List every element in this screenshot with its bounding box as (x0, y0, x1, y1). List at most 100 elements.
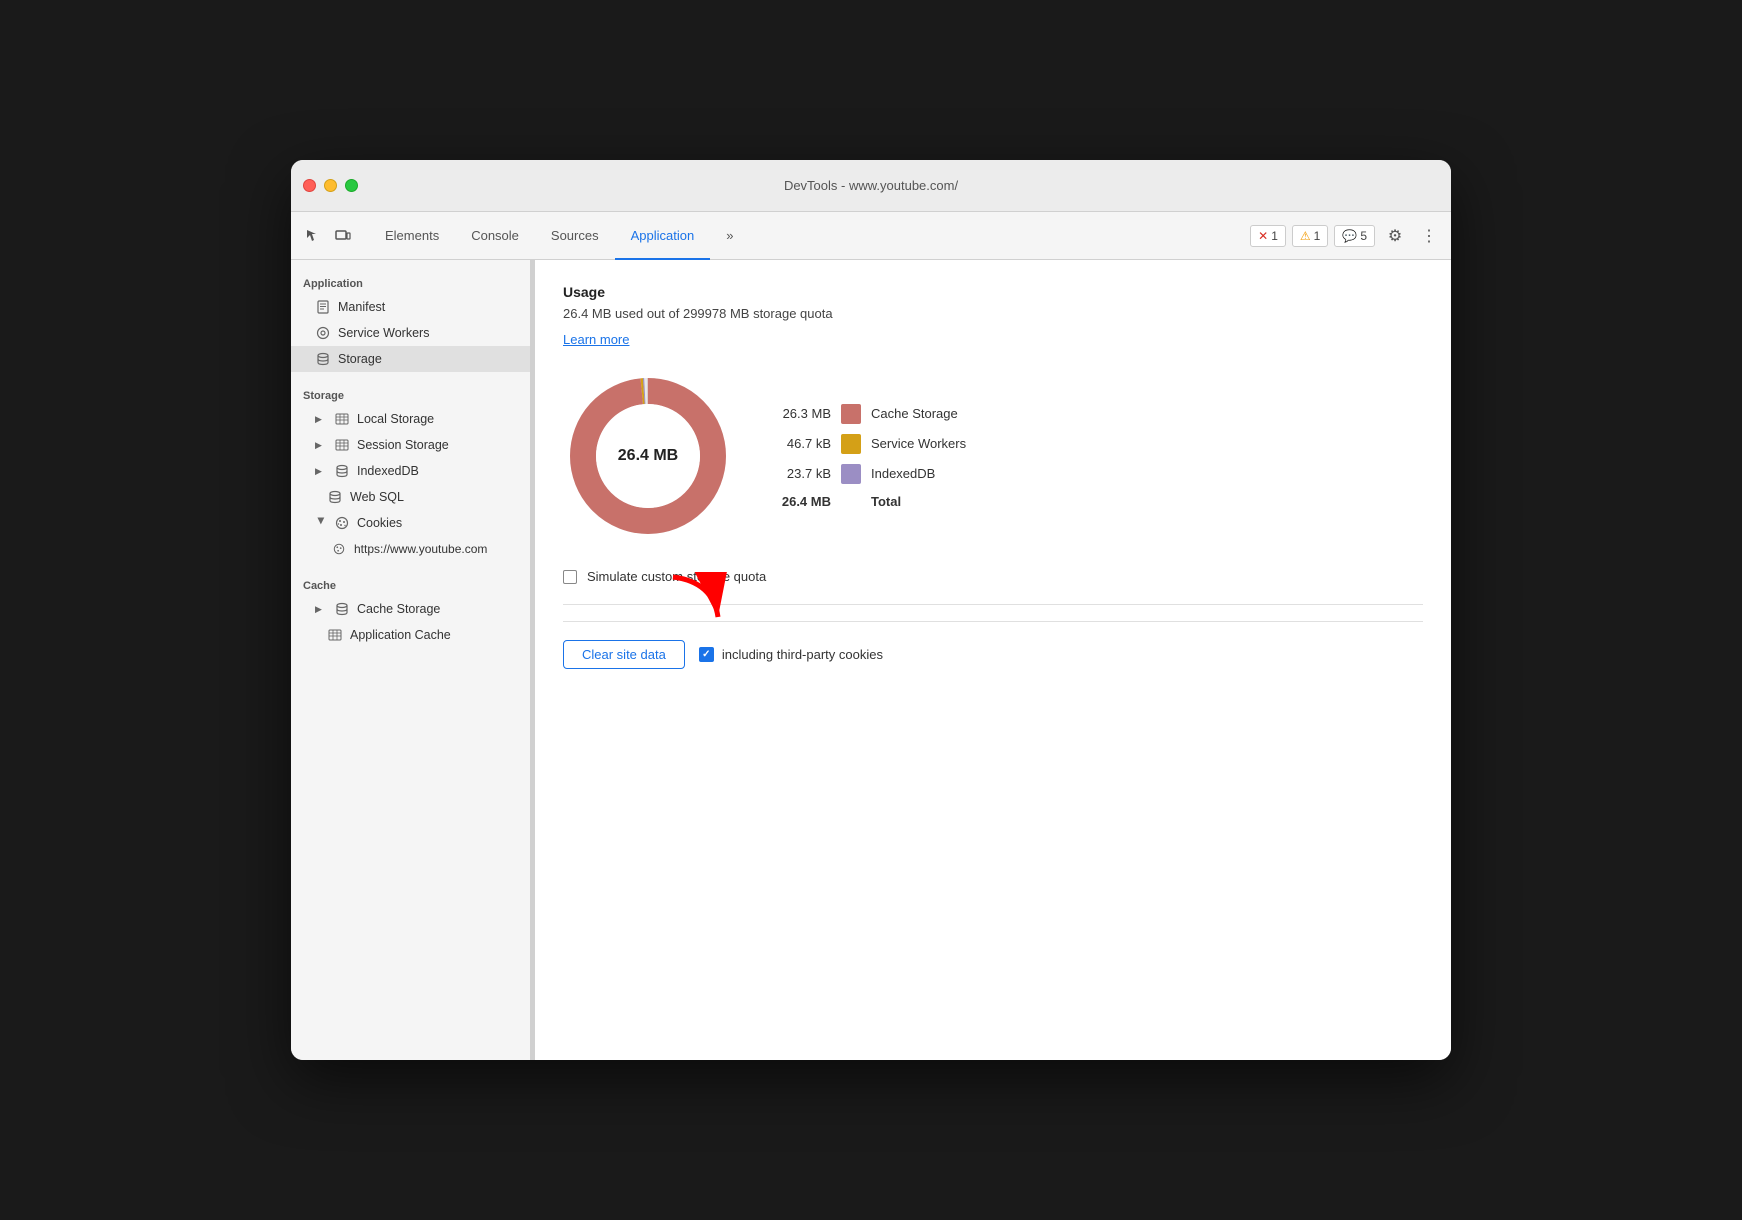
clear-site-data-button[interactable]: Clear site data (563, 640, 685, 669)
error-badge[interactable]: ✕ 1 (1250, 225, 1286, 247)
simulate-row: Simulate custom storage quota (563, 569, 1423, 584)
simulate-checkbox[interactable] (563, 570, 577, 584)
session-storage-label: Session Storage (357, 438, 449, 452)
storage-label: Storage (338, 352, 382, 366)
storage-icon (315, 351, 331, 367)
cookies-label: Cookies (357, 516, 402, 530)
sidebar-item-service-workers[interactable]: Service Workers (291, 320, 530, 346)
message-badge[interactable]: 💬 5 (1334, 225, 1375, 247)
bottom-section: Clear site data including third-party co… (563, 621, 1423, 669)
sidebar-item-local-storage[interactable]: ▶ Local Storage (291, 406, 530, 432)
message-count: 5 (1360, 229, 1367, 243)
legend-name-total: Total (871, 494, 966, 509)
error-count: 1 (1271, 229, 1278, 243)
local-storage-label: Local Storage (357, 412, 434, 426)
sidebar-item-cookies-url[interactable]: https://www.youtube.com (291, 536, 530, 562)
nav-tabs: Elements Console Sources Application » (369, 212, 1246, 260)
tab-sources[interactable]: Sources (535, 212, 615, 260)
error-icon: ✕ (1258, 229, 1268, 243)
traffic-lights (303, 179, 358, 192)
toolbar-left-icons (299, 222, 357, 250)
close-button[interactable] (303, 179, 316, 192)
cache-storage-label: Cache Storage (357, 602, 440, 616)
expand-arrow-cache-storage[interactable]: ▶ (315, 604, 327, 615)
maximize-button[interactable] (345, 179, 358, 192)
tab-more[interactable]: » (710, 212, 749, 260)
session-storage-icon (334, 437, 350, 453)
app-cache-label: Application Cache (350, 628, 451, 642)
more-options-icon[interactable]: ⋮ (1415, 222, 1443, 250)
usage-title: Usage (563, 284, 1423, 300)
sidebar-item-app-cache[interactable]: Application Cache (291, 622, 530, 648)
legend-row-service-workers: 46.7 kB Service Workers (773, 434, 966, 454)
manifest-icon (315, 299, 331, 315)
tab-application[interactable]: Application (615, 212, 711, 260)
manifest-label: Manifest (338, 300, 385, 314)
donut-chart: 26.4 MB (563, 371, 733, 541)
devtools-window: DevTools - www.youtube.com/ Elements Con… (291, 160, 1451, 1060)
indexeddb-icon (334, 463, 350, 479)
usage-description: 26.4 MB used out of 299978 MB storage qu… (563, 306, 1423, 321)
tab-console[interactable]: Console (455, 212, 535, 260)
cookies-url-label: https://www.youtube.com (354, 542, 487, 556)
inspect-element-icon[interactable] (299, 222, 327, 250)
sidebar-item-web-sql[interactable]: Web SQL (291, 484, 530, 510)
legend-value-total: 26.4 MB (773, 494, 831, 509)
legend-swatch-cache-storage (841, 404, 861, 424)
expand-arrow-cookies[interactable]: ▶ (316, 517, 327, 529)
app-cache-icon (327, 627, 343, 643)
sidebar-item-cache-storage[interactable]: ▶ Cache Storage (291, 596, 530, 622)
toolbar-right: ✕ 1 ⚠ 1 💬 5 ⚙ ⋮ (1250, 222, 1443, 250)
service-workers-label: Service Workers (338, 326, 429, 340)
storage-visualization: 26.4 MB 26.3 MB Cache Storage 46.7 kB Se… (563, 371, 1423, 541)
expand-arrow-indexeddb[interactable]: ▶ (315, 466, 327, 477)
window-title: DevTools - www.youtube.com/ (784, 178, 958, 193)
sidebar-item-manifest[interactable]: Manifest (291, 294, 530, 320)
tab-elements[interactable]: Elements (369, 212, 455, 260)
legend-swatch-indexeddb (841, 464, 861, 484)
device-toggle-icon[interactable] (329, 222, 357, 250)
legend-row-total: 26.4 MB Total (773, 494, 966, 509)
legend-row-cache-storage: 26.3 MB Cache Storage (773, 404, 966, 424)
cookies-icon (334, 515, 350, 531)
legend-name-indexeddb: IndexedDB (871, 466, 966, 481)
warning-count: 1 (1314, 229, 1321, 243)
sidebar-item-indexeddb[interactable]: ▶ IndexedDB (291, 458, 530, 484)
sidebar-section-application: Application (291, 268, 530, 294)
storage-legend: 26.3 MB Cache Storage 46.7 kB Service Wo… (773, 404, 966, 509)
web-sql-label: Web SQL (350, 490, 404, 504)
web-sql-icon (327, 489, 343, 505)
cookies-url-icon (331, 541, 347, 557)
legend-row-indexeddb: 23.7 kB IndexedDB (773, 464, 966, 484)
warning-icon: ⚠ (1300, 229, 1311, 243)
sidebar-section-cache: Cache (291, 570, 530, 596)
sidebar-item-cookies[interactable]: ▶ Cookies (291, 510, 530, 536)
sidebar-item-session-storage[interactable]: ▶ Session Storage (291, 432, 530, 458)
main-panel: Usage 26.4 MB used out of 299978 MB stor… (535, 260, 1451, 1060)
settings-icon[interactable]: ⚙ (1381, 222, 1409, 250)
legend-value-indexeddb: 23.7 kB (773, 466, 831, 481)
donut-center-label: 26.4 MB (618, 447, 678, 465)
section-divider (563, 604, 1423, 605)
sidebar: Application Manifest (291, 260, 531, 1060)
expand-arrow-local-storage[interactable]: ▶ (315, 414, 327, 425)
indexeddb-label: IndexedDB (357, 464, 419, 478)
minimize-button[interactable] (324, 179, 337, 192)
sidebar-item-storage[interactable]: Storage (291, 346, 530, 372)
message-icon: 💬 (1342, 229, 1357, 243)
legend-name-cache-storage: Cache Storage (871, 406, 966, 421)
titlebar: DevTools - www.youtube.com/ (291, 160, 1451, 212)
third-party-label: including third-party cookies (722, 647, 883, 662)
learn-more-link[interactable]: Learn more (563, 332, 629, 347)
service-workers-icon (315, 325, 331, 341)
legend-swatch-service-workers (841, 434, 861, 454)
warning-badge[interactable]: ⚠ 1 (1292, 225, 1328, 247)
legend-name-service-workers: Service Workers (871, 436, 966, 451)
toolbar: Elements Console Sources Application » ✕… (291, 212, 1451, 260)
expand-arrow-session-storage[interactable]: ▶ (315, 440, 327, 451)
third-party-checkbox[interactable] (699, 647, 714, 662)
third-party-row: including third-party cookies (699, 647, 883, 662)
local-storage-icon (334, 411, 350, 427)
legend-value-service-workers: 46.7 kB (773, 436, 831, 451)
sidebar-section-storage: Storage (291, 380, 530, 406)
